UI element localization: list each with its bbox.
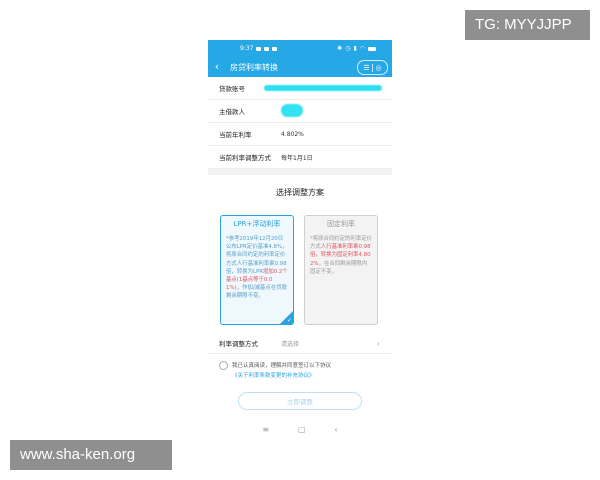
menu-icon[interactable]: ☰	[361, 64, 372, 72]
notification-icon	[264, 46, 270, 51]
watermark-site: www.sha-ken.org	[10, 440, 172, 470]
alarm-icon: ◷	[345, 45, 351, 52]
battery-icon	[368, 46, 376, 51]
watermark-tg: TG: MYYJJPP	[465, 10, 590, 40]
agreement-link[interactable]: 《关于利率条款变更的补充协议》	[232, 371, 315, 379]
status-bar: 9:37 ✱ ◷ ▮ ◠	[208, 40, 392, 57]
plan-card-fixed[interactable]: 固定利率 *将原合同约定的利率定价方式人行基准利率乘0.98倍，转换为固定利率4…	[304, 215, 378, 325]
borrower-label: 主借款人	[219, 108, 245, 116]
notification-icon	[272, 46, 278, 51]
header-bar: ‹ 房贷利率转换 ☰ ◎	[208, 57, 392, 77]
back-nav-icon[interactable]: ‹	[334, 425, 337, 434]
notification-icon	[256, 46, 262, 51]
plan-card-fixed-desc: *将原合同约定的利率定价方式人行基准利率乘0.98倍，转换为固定利率4.802%…	[305, 233, 377, 276]
back-chevron-icon[interactable]: ‹	[208, 57, 226, 77]
account-row: 贷款账号	[208, 77, 392, 100]
checkmark-icon: ✓	[286, 317, 292, 324]
method-placeholder: 请选择	[281, 340, 300, 348]
method-select[interactable]: 利率调整方式 请选择 ›	[208, 333, 392, 354]
plan-card-lpr-desc: *参考2019年12月20日公布LPR定价基准4.8%，将原合同约定的利率定价方…	[221, 233, 293, 301]
adjust-value: 每年1月1日	[281, 154, 313, 162]
adjust-label: 当前利率调整方式	[219, 154, 271, 162]
menu-nav-icon[interactable]: ≡	[262, 425, 269, 434]
phone-screen: 9:37 ✱ ◷ ▮ ◠ ‹ 房贷利率转换 ☰ ◎ 贷款账号 主借款人 当前年利…	[208, 40, 392, 440]
page-title: 房贷利率转换	[230, 62, 278, 72]
plan-options: LPR+浮动利率 *参考2019年12月20日公布LPR定价基准4.8%，将原合…	[208, 211, 392, 329]
chevron-right-icon: ›	[376, 338, 380, 348]
rate-value: 4.802%	[281, 130, 304, 138]
section-gap	[208, 169, 392, 175]
plan-card-fixed-text-end: ，在合同剩余期限内固定不变。	[310, 260, 368, 275]
plan-title: 选择调整方案	[276, 188, 324, 197]
header-actions: ☰ ◎	[357, 60, 388, 75]
plan-card-fixed-title: 固定利率	[327, 220, 355, 229]
agree-checkbox[interactable]	[219, 361, 228, 370]
wifi-icon: ◠	[359, 45, 365, 52]
borrower-redacted	[281, 104, 303, 117]
home-nav-icon[interactable]: ▢	[298, 425, 306, 434]
agreement: 我已认真阅读，理解并同意签订以下协议 《关于利率条款变更的补充协议》	[208, 360, 392, 384]
rate-label: 当前年利率	[219, 131, 252, 139]
status-time: 9:37	[240, 45, 254, 52]
plan-card-lpr-title: LPR+浮动利率	[233, 220, 281, 229]
close-target-icon[interactable]: ◎	[373, 64, 384, 72]
rate-row: 当前年利率 4.802%	[208, 123, 392, 146]
adjust-row: 当前利率调整方式 每年1月1日	[208, 146, 392, 169]
borrower-row: 主借款人	[208, 100, 392, 123]
plan-card-lpr[interactable]: LPR+浮动利率 *参考2019年12月20日公布LPR定价基准4.8%，将原合…	[220, 215, 294, 325]
system-nav-bar: ≡ ▢ ‹	[208, 425, 392, 434]
account-redacted	[264, 85, 382, 91]
confirm-button[interactable]: 立即调整	[238, 392, 362, 410]
agreement-text: 我已认真阅读，理解并同意签订以下协议	[232, 363, 332, 369]
bluetooth-icon: ✱	[337, 45, 343, 52]
signal-icon: ▮	[353, 45, 357, 52]
method-label: 利率调整方式	[219, 340, 258, 348]
